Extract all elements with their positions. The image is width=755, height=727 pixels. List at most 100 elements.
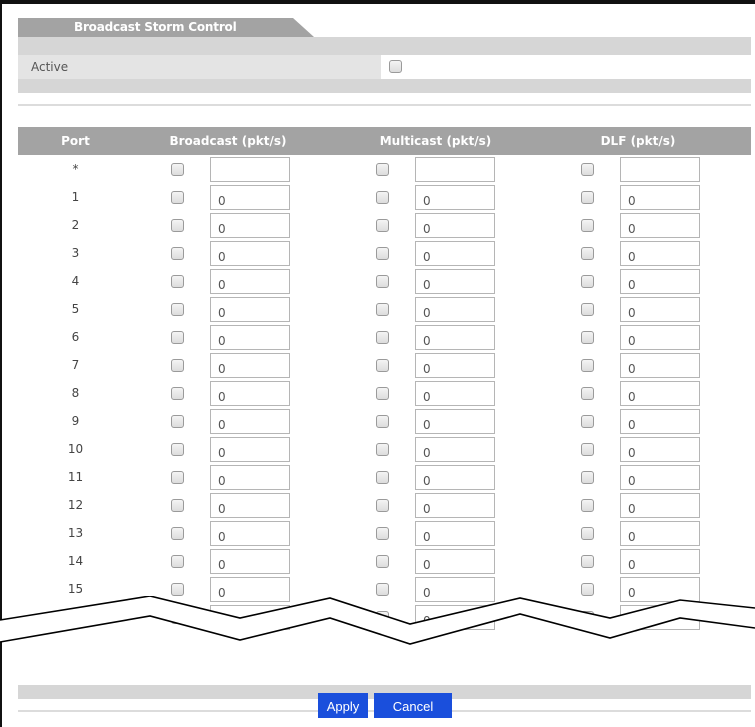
multicast-checkbox[interactable] (376, 331, 389, 344)
dlf-rate-input[interactable]: 0 (620, 493, 700, 518)
multicast-rate-input[interactable]: 0 (415, 185, 495, 210)
dlf-rate-input[interactable]: 0 (620, 409, 700, 434)
broadcast-rate-input[interactable]: 0 (210, 381, 290, 406)
dlf-rate-input[interactable]: 0 (620, 353, 700, 378)
broadcast-rate-input[interactable]: 0 (210, 297, 290, 322)
multicast-rate-input[interactable]: 0 (415, 521, 495, 546)
multicast-rate-input[interactable]: 0 (415, 409, 495, 434)
broadcast-checkbox[interactable] (171, 499, 184, 512)
dlf-rate-input[interactable]: 0 (620, 381, 700, 406)
dlf-rate-input[interactable]: 0 (620, 241, 700, 266)
multicast-checkbox[interactable] (376, 191, 389, 204)
dlf-rate-input[interactable]: 0 (620, 213, 700, 238)
dlf-rate-input[interactable]: 0 (620, 185, 700, 210)
multicast-checkbox[interactable] (376, 527, 389, 540)
multicast-rate-input[interactable] (415, 157, 495, 182)
broadcast-rate-input[interactable] (210, 157, 290, 182)
dlf-checkbox[interactable] (581, 583, 594, 596)
broadcast-checkbox[interactable] (171, 359, 184, 372)
dlf-rate-input[interactable]: 0 (620, 437, 700, 462)
dlf-rate-input[interactable]: 0 (620, 465, 700, 490)
multicast-rate-input[interactable]: 0 (415, 381, 495, 406)
dlf-checkbox[interactable] (581, 163, 594, 176)
broadcast-checkbox[interactable] (171, 443, 184, 456)
multicast-rate-input[interactable]: 0 (415, 437, 495, 462)
apply-button[interactable]: Apply (318, 693, 368, 718)
dlf-rate-input[interactable]: 0 (620, 297, 700, 322)
broadcast-checkbox[interactable] (171, 555, 184, 568)
multicast-rate-input[interactable]: 0 (415, 241, 495, 266)
multicast-rate-input[interactable]: 0 (415, 213, 495, 238)
multicast-rate-input[interactable]: 0 (415, 493, 495, 518)
broadcast-checkbox[interactable] (171, 303, 184, 316)
broadcast-rate-input[interactable]: 0 (210, 325, 290, 350)
multicast-checkbox[interactable] (376, 387, 389, 400)
broadcast-rate-input[interactable]: 0 (210, 269, 290, 294)
multicast-checkbox[interactable] (376, 247, 389, 260)
dlf-rate-input[interactable] (620, 157, 700, 182)
broadcast-checkbox[interactable] (171, 331, 184, 344)
broadcast-rate-input[interactable]: 0 (210, 409, 290, 434)
multicast-checkbox[interactable] (376, 275, 389, 288)
broadcast-rate-input[interactable]: 0 (210, 493, 290, 518)
dlf-checkbox[interactable] (581, 387, 594, 400)
dlf-checkbox[interactable] (581, 499, 594, 512)
dlf-checkbox[interactable] (581, 443, 594, 456)
dlf-checkbox[interactable] (581, 359, 594, 372)
dlf-checkbox[interactable] (581, 471, 594, 484)
table-row: 5 0 0 0 (18, 296, 751, 323)
dlf-checkbox[interactable] (581, 527, 594, 540)
broadcast-checkbox[interactable] (171, 247, 184, 260)
dlf-checkbox[interactable] (581, 219, 594, 232)
multicast-checkbox[interactable] (376, 415, 389, 428)
broadcast-checkbox[interactable] (171, 163, 184, 176)
dlf-checkbox[interactable] (581, 303, 594, 316)
broadcast-rate-input[interactable]: 0 (210, 213, 290, 238)
dlf-rate-input[interactable]: 0 (620, 521, 700, 546)
broadcast-rate-input[interactable]: 0 (210, 521, 290, 546)
cancel-button[interactable]: Cancel (374, 693, 452, 718)
dlf-checkbox[interactable] (581, 275, 594, 288)
multicast-checkbox[interactable] (376, 359, 389, 372)
dlf-rate-input[interactable]: 0 (620, 269, 700, 294)
dlf-checkbox[interactable] (581, 191, 594, 204)
dlf-rate-input[interactable]: 0 (620, 325, 700, 350)
multicast-rate-input[interactable]: 0 (415, 325, 495, 350)
multicast-rate-input[interactable]: 0 (415, 269, 495, 294)
dlf-checkbox[interactable] (581, 247, 594, 260)
broadcast-checkbox[interactable] (171, 219, 184, 232)
broadcast-checkbox[interactable] (171, 583, 184, 596)
broadcast-rate-input[interactable]: 0 (210, 185, 290, 210)
multicast-checkbox[interactable] (376, 219, 389, 232)
broadcast-rate-input[interactable]: 0 (210, 465, 290, 490)
dlf-rate-input[interactable]: 0 (620, 549, 700, 574)
multicast-rate-input[interactable]: 0 (415, 465, 495, 490)
dlf-checkbox[interactable] (581, 555, 594, 568)
broadcast-rate-input[interactable]: 0 (210, 241, 290, 266)
multicast-rate-input[interactable]: 0 (415, 549, 495, 574)
multicast-rate-input[interactable]: 0 (415, 297, 495, 322)
broadcast-checkbox[interactable] (171, 275, 184, 288)
dlf-checkbox[interactable] (581, 415, 594, 428)
multicast-checkbox[interactable] (376, 499, 389, 512)
broadcast-rate-input[interactable]: 0 (210, 549, 290, 574)
dlf-checkbox[interactable] (581, 331, 594, 344)
multicast-checkbox[interactable] (376, 303, 389, 316)
multicast-checkbox[interactable] (376, 583, 389, 596)
broadcast-checkbox[interactable] (171, 471, 184, 484)
header-port: Port (61, 134, 90, 148)
multicast-checkbox[interactable] (376, 163, 389, 176)
active-checkbox[interactable] (389, 60, 402, 73)
broadcast-checkbox[interactable] (171, 191, 184, 204)
broadcast-checkbox[interactable] (171, 415, 184, 428)
broadcast-checkbox[interactable] (171, 527, 184, 540)
broadcast-checkbox[interactable] (171, 387, 184, 400)
multicast-checkbox[interactable] (376, 555, 389, 568)
broadcast-rate-input[interactable]: 0 (210, 437, 290, 462)
active-band (18, 79, 751, 93)
multicast-checkbox[interactable] (376, 471, 389, 484)
multicast-rate-input[interactable]: 0 (415, 353, 495, 378)
broadcast-rate-input[interactable]: 0 (210, 353, 290, 378)
table-row: 6 0 0 0 (18, 324, 751, 351)
multicast-checkbox[interactable] (376, 443, 389, 456)
